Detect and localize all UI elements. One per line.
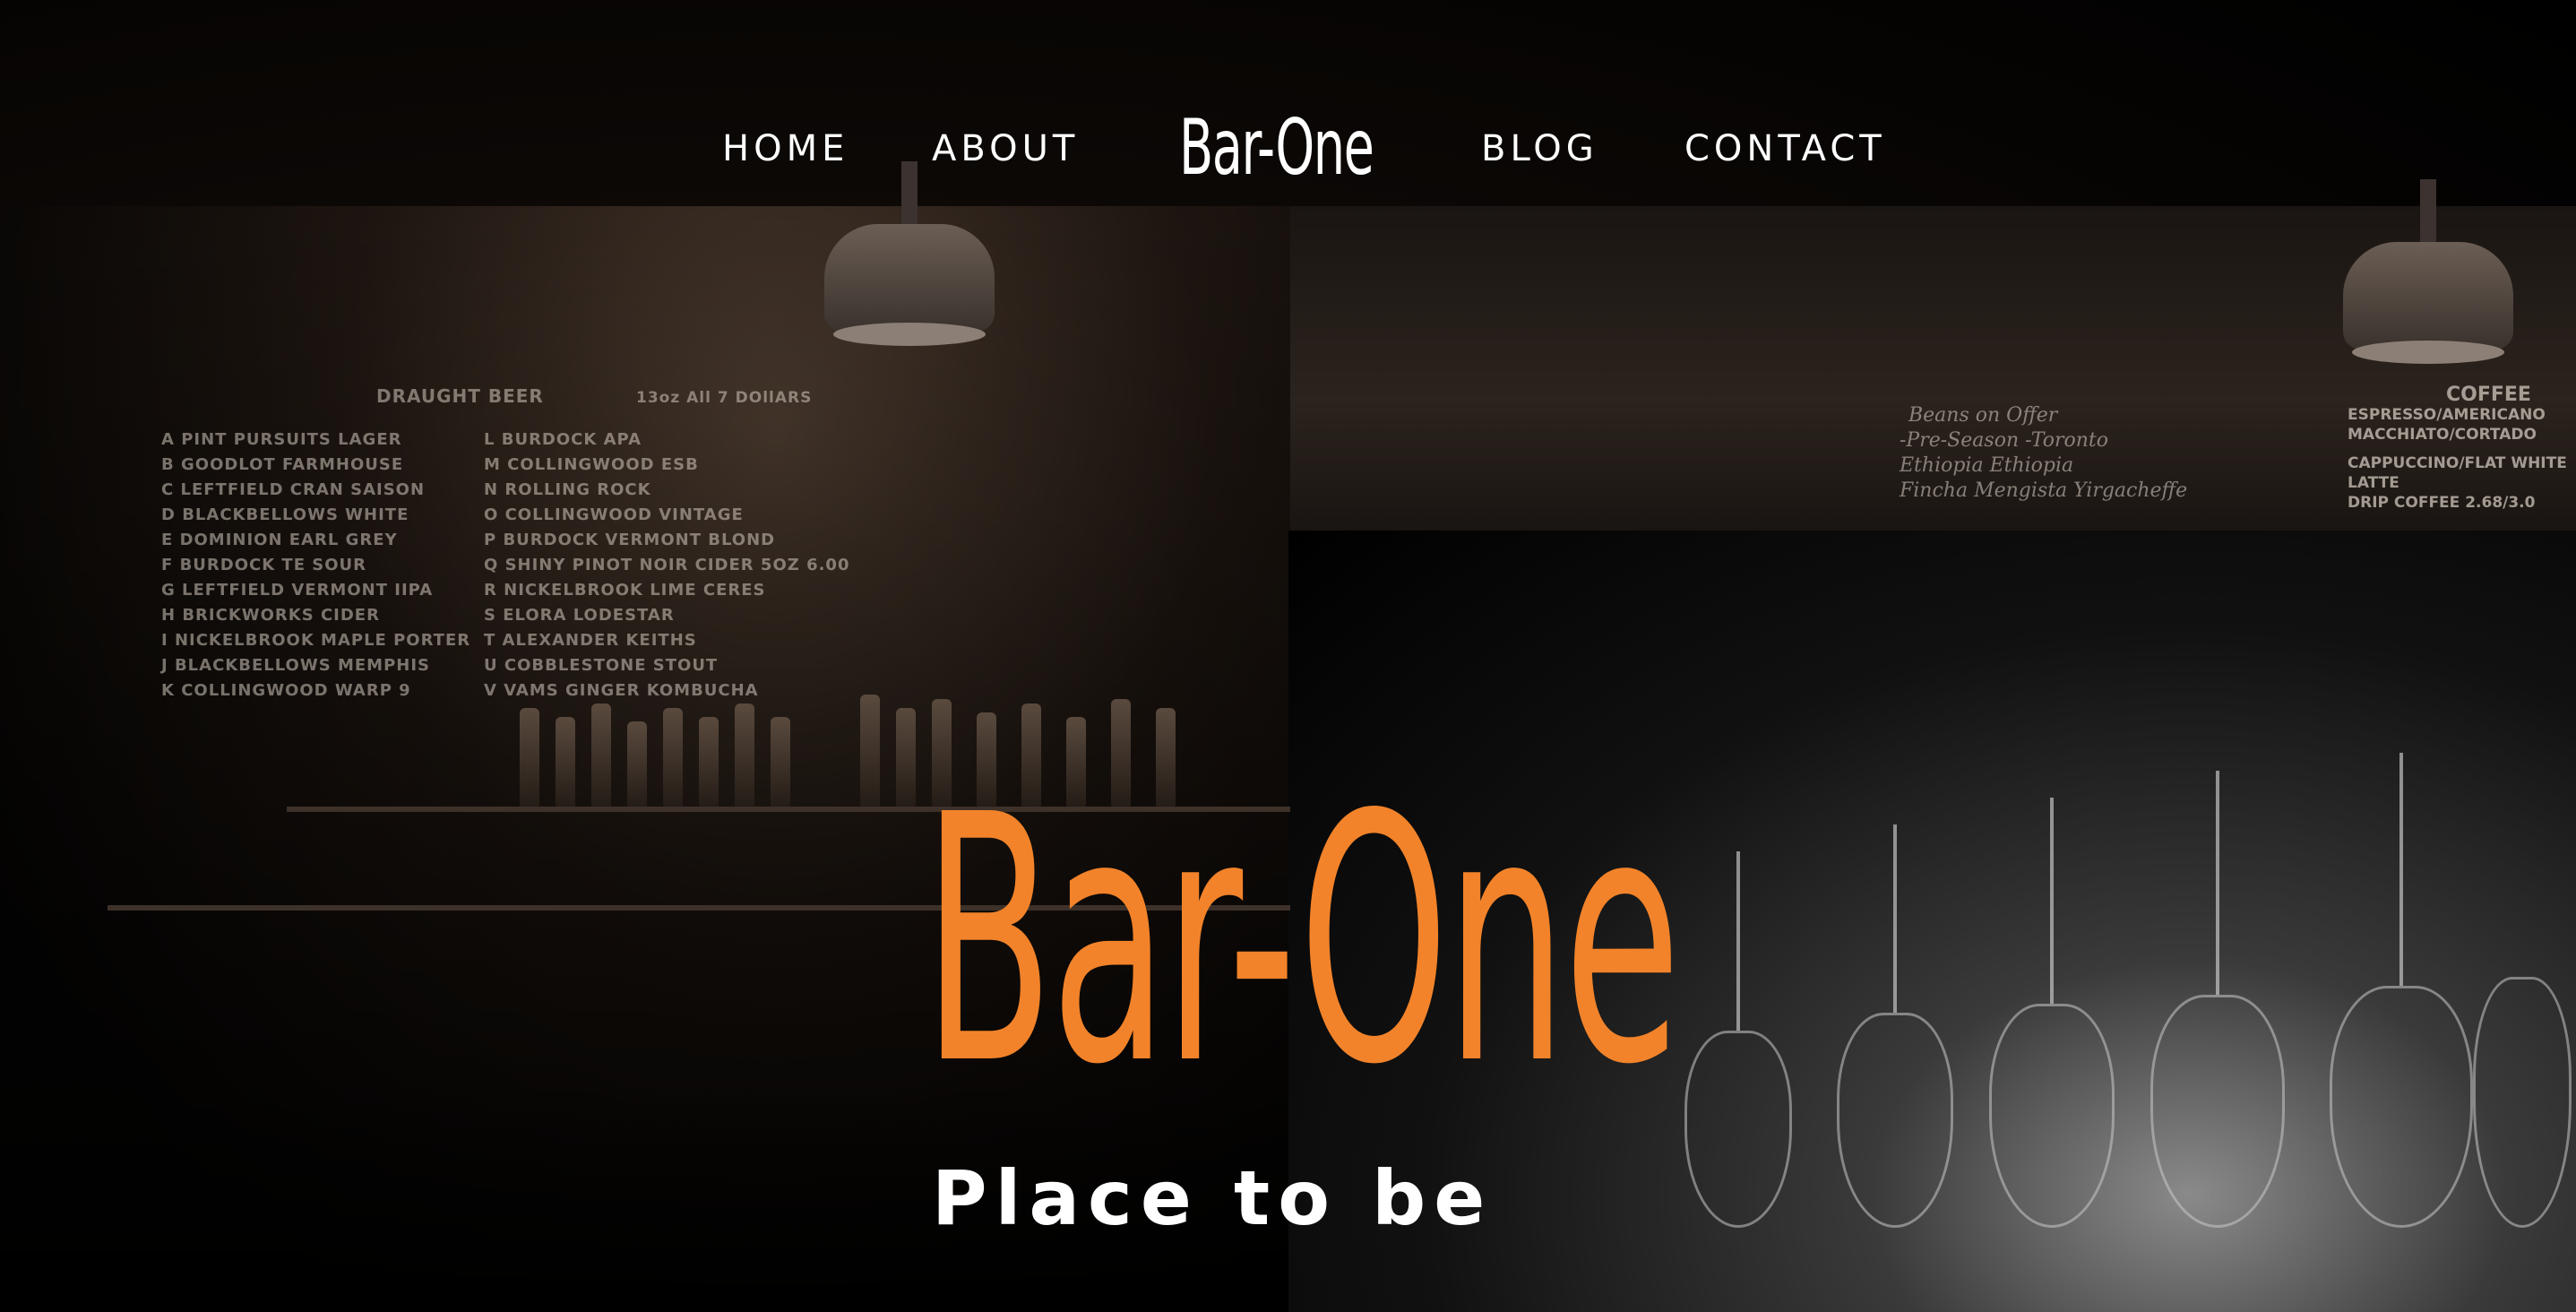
beans-board-line: -Pre-Season -Toronto <box>1900 429 2108 452</box>
board-item: J BLACKBELLOWS MEMPHIS <box>161 656 430 675</box>
bottle <box>663 708 683 807</box>
bottle <box>860 695 880 807</box>
wine-glass <box>1837 1013 1953 1228</box>
coffee-board-line: ESPRESSO/AMERICANO <box>2348 406 2546 424</box>
coffee-board-title: COFFEE <box>2446 384 2531 406</box>
bottle <box>896 708 916 807</box>
main-nav: HOME ABOUT Bar-One BLOG CONTACT <box>0 103 2576 193</box>
board-item: P BURDOCK VERMONT BLOND <box>484 531 776 549</box>
coffee-board-line: DRIP COFFEE 2.68/3.0 <box>2348 494 2536 512</box>
nav-home-link[interactable]: HOME <box>722 128 849 169</box>
beans-board-line: Ethiopia Ethiopia <box>1900 454 2074 477</box>
board-item: N ROLLING ROCK <box>484 480 651 499</box>
board-item: R NICKELBROOK LIME CERES <box>484 581 766 600</box>
wine-glass-stem <box>2050 798 2054 1004</box>
wine-glass <box>1684 1031 1792 1228</box>
board-left-column: A PINT PURSUITS LAGER B GOODLOT FARMHOUS… <box>161 430 470 700</box>
board-right-column: L BURDOCK APA M COLLINGWOOD ESB N ROLLIN… <box>484 430 849 700</box>
coffee-board-line: LATTE <box>2348 474 2399 492</box>
board-item: V VAMS GINGER KOMBUCHA <box>484 681 759 700</box>
hero-section: DRAUGHT BEER 13oz All 7 DOllARS A PINT P… <box>0 0 2576 1312</box>
coffee-board-line: MACCHIATO/CORTADO <box>2348 426 2537 444</box>
draught-beer-board: DRAUGHT BEER 13oz All 7 DOllARS A PINT P… <box>161 385 878 726</box>
bottle <box>699 717 719 807</box>
board-title: DRAUGHT BEER <box>376 385 544 407</box>
board-item: G LEFTFIELD VERMONT IIPA <box>161 581 434 600</box>
wine-glass-stem <box>2216 771 2219 995</box>
pendant-lamp <box>2343 179 2513 364</box>
beans-board-line: Fincha Mengista Yirgacheffe <box>1900 479 2188 502</box>
bottle <box>735 703 754 807</box>
board-item: U COBBLESTONE STOUT <box>484 656 719 675</box>
coffee-board-line: CAPPUCCINO/FLAT WHITE <box>2348 454 2567 472</box>
wine-glass <box>2473 977 2572 1228</box>
bottle <box>520 708 539 807</box>
bottle <box>627 721 647 807</box>
board-item: Q SHINY PINOT NOIR CIDER 5OZ 6.00 <box>484 556 850 574</box>
nav-blog-link[interactable]: BLOG <box>1481 128 1598 169</box>
board-item: S ELORA LODESTAR <box>484 606 675 625</box>
board-item: M COLLINGWOOD ESB <box>484 455 699 474</box>
board-item: B GOODLOT FARMHOUSE <box>161 455 404 474</box>
board-price: 13oz All 7 DOllARS <box>636 389 813 407</box>
wine-glass-stem <box>1736 851 1740 1031</box>
nav-about-link[interactable]: ABOUT <box>932 128 1079 169</box>
wine-glass-stem <box>1893 824 1897 1013</box>
wine-glass-stem <box>2399 753 2403 986</box>
board-item: C LEFTFIELD CRAN SAISON <box>161 480 426 499</box>
hero-tagline: Place to be <box>932 1154 1494 1242</box>
nav-contact-link[interactable]: CONTACT <box>1684 128 1886 169</box>
board-item: H BRICKWORKS CIDER <box>161 606 380 625</box>
board-item: F BURDOCK TE SOUR <box>161 556 367 574</box>
wine-glass <box>2330 986 2473 1228</box>
beans-board-title: Beans on Offer <box>1908 404 2058 427</box>
wine-glass <box>2150 995 2285 1228</box>
board-item: K COLLINGWOOD WARP 9 <box>161 681 411 700</box>
bottle <box>556 717 575 807</box>
board-item: I NICKELBROOK MAPLE PORTER <box>161 631 471 650</box>
board-item: D BLACKBELLOWS WHITE <box>161 505 409 524</box>
board-item: O COLLINGWOOD VINTAGE <box>484 505 744 524</box>
hero-title: Bar-One <box>923 742 1681 1139</box>
nav-logo[interactable]: Bar-One <box>1179 103 1374 193</box>
board-item: E DOMINION EARL GREY <box>161 531 398 549</box>
beans-board: Beans on Offer -Pre-Season -Toronto Ethi… <box>1900 403 2187 504</box>
bottle <box>591 703 611 807</box>
bottle <box>771 717 790 807</box>
board-item: L BURDOCK APA <box>484 430 642 449</box>
board-item: A PINT PURSUITS LAGER <box>161 430 402 449</box>
board-item: T ALEXANDER KEITHS <box>484 631 697 650</box>
wine-glass <box>1989 1004 2115 1228</box>
coffee-board: COFFEE ESPRESSO/AMERICANO MACCHIATO/CORT… <box>2348 385 2567 513</box>
